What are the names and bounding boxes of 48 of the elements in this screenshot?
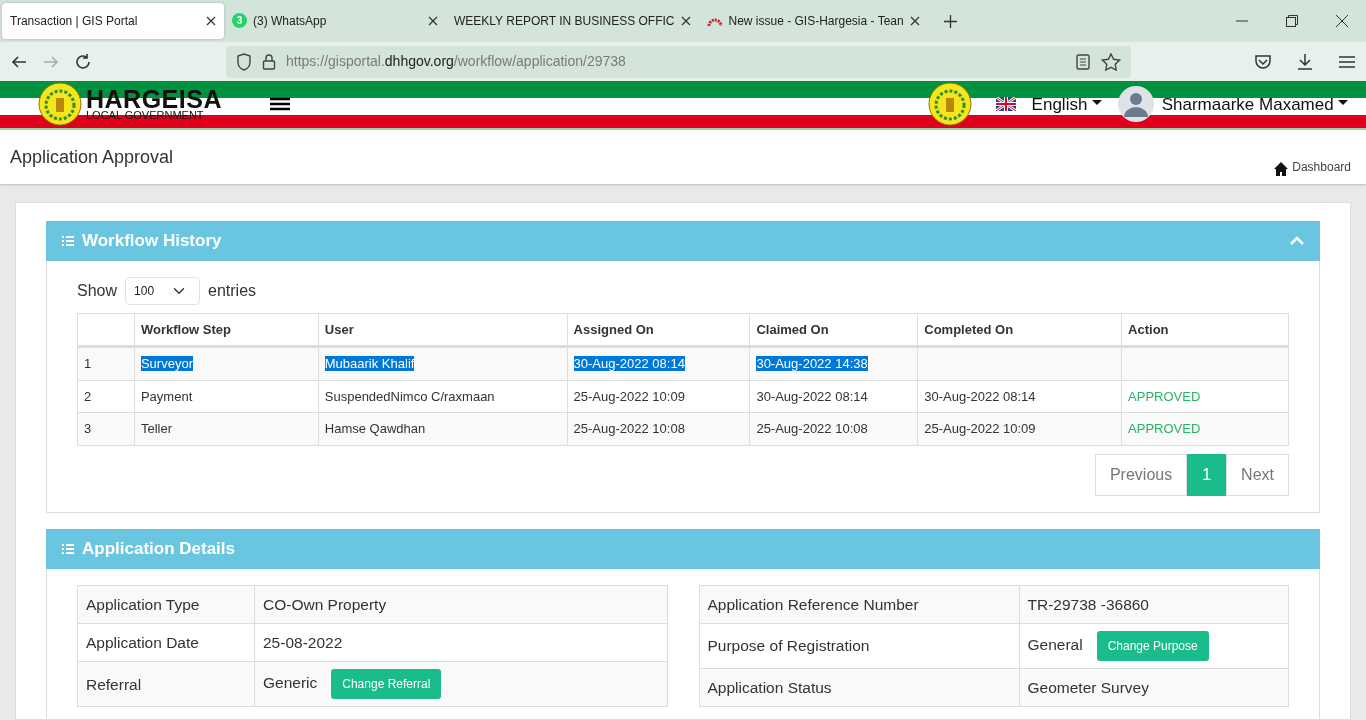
- table-cell: 30-Aug-2022 08:14: [924, 388, 1036, 404]
- previous-button[interactable]: Previous: [1094, 453, 1188, 496]
- table-cell: 30-Aug-2022 08:14: [573, 356, 685, 372]
- table-cell: 25-Aug-2022 10:09: [573, 388, 685, 404]
- browser-tab[interactable]: WEEKLY REPORT IN BUSINESS OFFIC: [446, 2, 699, 39]
- field-value: Geometer Survey: [1027, 679, 1149, 697]
- panel-title: Workflow History: [82, 230, 222, 253]
- entries-label: entries: [208, 280, 257, 301]
- notification-badge: 3: [232, 13, 247, 29]
- field-value: 25-08-2022: [263, 634, 343, 652]
- table-cell: APPROVED: [1128, 421, 1201, 437]
- field-label: Application Status: [699, 668, 1019, 707]
- user-dropdown[interactable]: Sharmaarke Maxamed: [1161, 91, 1348, 118]
- field-label: Application Type: [77, 585, 255, 624]
- breadcrumb-link[interactable]: Dashboard: [1292, 157, 1351, 176]
- next-button[interactable]: Next: [1226, 453, 1289, 496]
- field-label: Purpose of Registration: [699, 623, 1019, 669]
- browser-tab[interactable]: 3 (3) WhatsApp: [224, 2, 446, 39]
- field-value: TR-29738 -36860: [1027, 595, 1149, 613]
- browser-tab[interactable]: New issue - GIS-Hargesia - Tean: [698, 2, 928, 39]
- row-number: 1: [77, 346, 135, 381]
- address-bar[interactable]: https://gisportal.dhhgov.org/workflow/application/29738: [226, 45, 1131, 78]
- table-cell: APPROVED: [1128, 388, 1201, 404]
- show-label: Show: [77, 280, 118, 301]
- table-cell: 25-Aug-2022 10:09: [924, 421, 1036, 437]
- panel-title: Application Details: [82, 538, 236, 561]
- page-size-select[interactable]: 100: [125, 276, 201, 305]
- row-number: 3: [77, 412, 135, 446]
- table-cell: 30-Aug-2022 08:14: [756, 388, 868, 404]
- field-value: Generic: [263, 674, 318, 692]
- field-label: Referral: [77, 661, 255, 707]
- field-label: Application Date: [77, 623, 255, 662]
- table-cell: Teller: [140, 421, 172, 437]
- table-cell: SuspendedNimco C/raxmaan: [324, 388, 495, 404]
- table-cell: 25-Aug-2022 10:08: [756, 421, 868, 437]
- field-label: Application Reference Number: [699, 585, 1019, 624]
- url-text: https://gisportal.dhhgov.org/workflow/application/29738: [286, 52, 627, 71]
- field-value: General: [1027, 636, 1083, 654]
- table-cell: Payment: [140, 388, 193, 404]
- table-cell: Surveyor: [140, 356, 193, 372]
- page-title: Application Approval: [10, 145, 174, 169]
- language-dropdown[interactable]: English: [1031, 91, 1102, 118]
- table-cell: Hamse Qawdhan: [324, 421, 426, 437]
- row-number: 2: [77, 380, 135, 413]
- field-value: CO-Own Property: [263, 595, 387, 613]
- table-cell: 25-Aug-2022 10:08: [573, 421, 685, 437]
- table-cell: 30-Aug-2022 14:38: [756, 356, 868, 372]
- browser-tab[interactable]: Transaction | GIS Portal: [2, 2, 224, 39]
